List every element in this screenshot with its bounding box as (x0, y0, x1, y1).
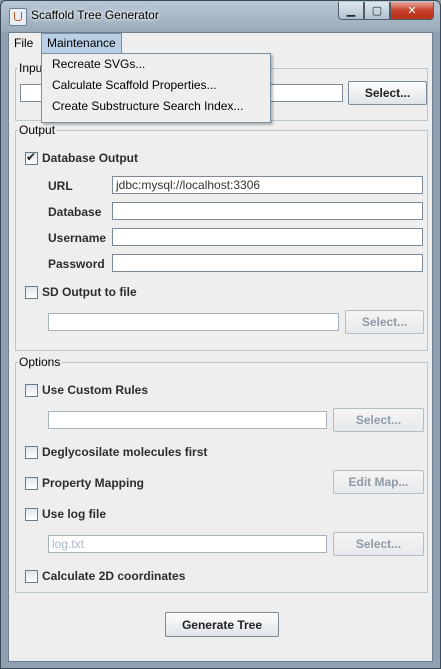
output-legend: Output (19, 123, 56, 137)
sd-output-checkbox[interactable] (25, 286, 38, 299)
log-file-path-field[interactable]: log.txt (48, 535, 327, 553)
username-field[interactable] (112, 228, 423, 246)
menu-item-create-substructure-index[interactable]: Create Substructure Search Index... (42, 96, 270, 117)
generate-tree-button[interactable]: Generate Tree (165, 612, 279, 637)
property-mapping-label: Property Mapping (42, 476, 145, 490)
deglycosilate-label: Deglycosilate molecules first (42, 445, 208, 459)
database-field[interactable] (112, 202, 423, 220)
log-file-placeholder: log.txt (52, 537, 85, 551)
title-bar[interactable]: Scaffold Tree Generator ▁ ▢ ✕ (1, 1, 440, 31)
menu-item-calculate-scaffold-properties[interactable]: Calculate Scaffold Properties... (42, 75, 270, 96)
username-label: Username (48, 231, 107, 245)
password-label: Password (48, 257, 105, 271)
close-button[interactable]: ✕ (390, 2, 434, 20)
custom-rules-checkbox[interactable] (25, 384, 38, 397)
menu-bar: File Maintenance (9, 33, 432, 54)
window-title: Scaffold Tree Generator (31, 8, 159, 22)
database-label: Database (48, 205, 102, 219)
input-select-button[interactable]: Select... (348, 81, 427, 105)
url-label: URL (48, 179, 73, 193)
edit-map-button[interactable]: Edit Map... (333, 470, 424, 494)
app-window: Scaffold Tree Generator ▁ ▢ ✕ File Maint… (0, 0, 441, 669)
sd-output-select-button[interactable]: Select... (345, 310, 424, 334)
options-legend: Options (19, 355, 61, 369)
caption-buttons: ▁ ▢ ✕ (338, 2, 434, 20)
client-area: File Maintenance Recreate SVGs... Calcul… (8, 32, 433, 662)
database-output-checkbox[interactable] (25, 150, 38, 165)
calc-2d-label: Calculate 2D coordinates (42, 569, 186, 583)
deglycosilate-checkbox[interactable] (25, 446, 38, 459)
menu-file[interactable]: File (9, 33, 38, 54)
menu-item-recreate-svgs[interactable]: Recreate SVGs... (42, 54, 270, 75)
sd-output-path-field[interactable] (48, 313, 339, 331)
minimize-button[interactable]: ▁ (338, 2, 364, 20)
property-mapping-checkbox[interactable] (25, 477, 38, 490)
custom-rules-path-field[interactable] (48, 411, 327, 429)
url-field[interactable]: jdbc:mysql://localhost:3306 (112, 176, 423, 194)
log-file-checkbox[interactable] (25, 508, 38, 521)
menu-maintenance[interactable]: Maintenance (41, 33, 122, 54)
log-file-label: Use log file (42, 507, 107, 521)
calc-2d-checkbox[interactable] (25, 570, 38, 583)
custom-rules-label: Use Custom Rules (42, 383, 149, 397)
log-file-select-button[interactable]: Select... (333, 532, 424, 556)
maintenance-dropdown: Recreate SVGs... Calculate Scaffold Prop… (41, 53, 271, 123)
database-output-label: Database Output (42, 151, 139, 165)
custom-rules-select-button[interactable]: Select... (333, 408, 424, 432)
java-app-icon (9, 8, 27, 26)
password-field[interactable] (112, 254, 423, 272)
sd-output-label: SD Output to file (42, 285, 137, 299)
maximize-button[interactable]: ▢ (364, 2, 390, 20)
